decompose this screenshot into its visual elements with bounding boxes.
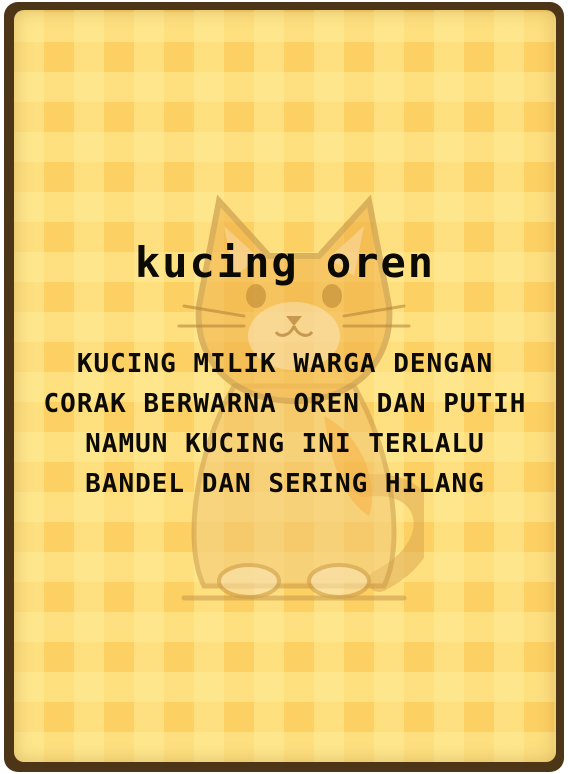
card-face: kucing oren KUCING MILIK WARGA DENGAN CO… xyxy=(14,10,556,762)
card-title: kucing oren xyxy=(134,238,436,287)
item-card[interactable]: kucing oren KUCING MILIK WARGA DENGAN CO… xyxy=(4,2,564,772)
card-description: KUCING MILIK WARGA DENGAN CORAK BERWARNA… xyxy=(43,349,527,499)
